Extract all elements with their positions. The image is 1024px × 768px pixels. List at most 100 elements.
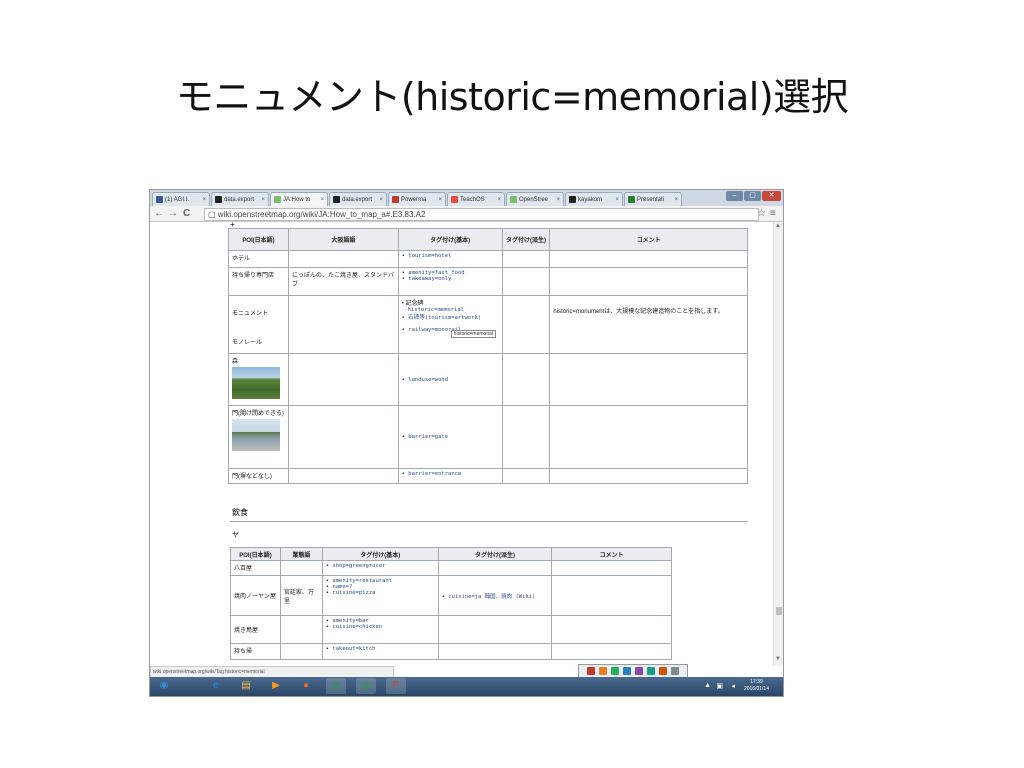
tray-app-icon[interactable] (635, 667, 643, 675)
maximize-button[interactable]: ▢ (744, 191, 761, 201)
network-icon[interactable]: ▣ (716, 682, 723, 690)
poi-cell: 門(塀などなし) (228, 468, 289, 484)
taskbar-firefox-icon[interactable]: ● (296, 678, 316, 694)
address-bar[interactable]: ▢ wiki.openstreetmap.org/wiki/JA:How_to_… (204, 208, 759, 221)
tray-app-icon[interactable] (671, 667, 679, 675)
tag-link[interactable]: takeaway=only (402, 276, 499, 282)
taskbar-start-orb-icon[interactable]: ◉ (154, 678, 174, 694)
volume-icon[interactable]: ◂ (731, 682, 735, 690)
tab-label: (1) AGI.I. (165, 197, 190, 203)
comment-cell (551, 615, 672, 644)
tray-app-icon[interactable] (623, 667, 631, 675)
browser-tab[interactable]: Powerma × (388, 192, 446, 207)
taskbar-media-icon[interactable]: ▶ (266, 678, 286, 694)
comment-cell (549, 267, 748, 296)
tags-cell: amenity=restaurant name=? cuisine=pizza (321, 575, 439, 616)
tab-close-icon[interactable]: × (615, 193, 619, 207)
bookmark-star-icon[interactable]: ☆ (757, 207, 766, 220)
local-term-cell (287, 405, 399, 469)
browser-tab[interactable]: JA:How to × (270, 192, 328, 207)
tab-close-icon[interactable]: × (202, 193, 206, 207)
comment-cell (549, 468, 748, 484)
poi-table-2: POI(日本語) 業態語 タグ付け(基本) タグ付け(派生) コメント 八百屋 … (230, 547, 672, 660)
tags-cell: amenity=bar cuisine=chicken (321, 615, 439, 644)
scroll-thumb[interactable] (776, 607, 782, 615)
table-row: 持ち帰 takeout=kitch (230, 643, 672, 660)
browser-tab[interactable]: OpenStree × (506, 192, 564, 207)
browser-tab[interactable]: kayakom × (565, 192, 623, 207)
tag-link[interactable]: landuse=wood (402, 377, 499, 383)
poi-cell: 焼肉ノーヤン屋 (230, 575, 281, 616)
poi-cell: 門(開け閉めできる) (228, 405, 289, 469)
subsection-heading: ヤ (232, 532, 239, 539)
tab-favicon-icon (451, 195, 458, 203)
table1-header: 大阪語語 (287, 228, 399, 251)
taskbar-chrome2-icon[interactable]: ◍ (356, 678, 376, 694)
tag-link[interactable]: cuisine=ja 韓国、焼肉 (Wiki) (442, 592, 549, 600)
browser-tab[interactable]: TeachOS × (447, 192, 505, 207)
derived-tag-cell (501, 267, 551, 296)
tray-app-icon[interactable] (587, 667, 595, 675)
menu-icon[interactable]: ≡ (770, 207, 776, 220)
tag-link[interactable]: 石碑等(tourism=artwork) (402, 313, 499, 321)
scroll-down-icon[interactable]: ▼ (775, 656, 781, 662)
browser-tab[interactable]: data.export × (329, 192, 387, 207)
section-divider (230, 521, 748, 522)
tab-close-icon[interactable]: × (379, 193, 383, 207)
browser-tab[interactable]: (1) AGI.I. × (152, 192, 210, 207)
taskbar-powerpoint-icon[interactable]: P (386, 678, 406, 694)
tag-link[interactable]: takeout=kitch (326, 646, 435, 652)
tab-close-icon[interactable]: × (438, 193, 442, 207)
system-clock[interactable]: 17:39 2016/01/14 (744, 679, 769, 693)
tray-app-icon[interactable] (611, 667, 619, 675)
forward-button[interactable]: → (168, 207, 178, 220)
browser-tab[interactable]: data.export × (211, 192, 269, 207)
tag-link[interactable]: tourism=hotel (402, 253, 499, 259)
mountain-photo[interactable] (232, 367, 280, 399)
tab-close-icon[interactable]: × (261, 193, 265, 207)
taskbar-chrome1-icon[interactable]: ◍ (326, 678, 346, 694)
poi-cell: 焼き鳥屋 (230, 615, 281, 644)
scroll-up-icon[interactable]: ▲ (775, 223, 781, 229)
poi-name: モニュメント (232, 311, 269, 317)
tag-link[interactable]: cuisine=pizza (326, 590, 435, 596)
slide-title: モニュメント(historic=memorial)選択 (175, 75, 849, 119)
table-row: 焼肉ノーヤン屋 宮廷家、万里 amenity=restaurant name=?… (230, 575, 672, 616)
clock-time: 17:39 (750, 679, 763, 685)
tab-favicon-icon (392, 195, 399, 203)
tray-app-icon[interactable] (647, 667, 655, 675)
tags-cell: landuse=wood (397, 353, 503, 406)
table-row: モニュメント モノレール 記念碑 historic=memorial 石碑等(t… (228, 295, 748, 354)
poi-table-1: POI(日本語) 大阪語語 タグ付け(基本) タグ付け(派生) コメント ホテル… (228, 228, 748, 484)
tray-app-icon[interactable] (599, 667, 607, 675)
tag-link[interactable]: shop=greengrocer (326, 563, 435, 569)
tab-label: TeachOS (460, 197, 485, 203)
page-icon: ▢ (208, 210, 216, 219)
tab-close-icon[interactable]: × (556, 193, 560, 207)
tag-link[interactable]: barrier=entrance (402, 471, 499, 477)
close-window-button[interactable]: ✕ (762, 191, 781, 201)
tab-favicon-icon (628, 195, 635, 203)
tag-link[interactable]: barrier=gate (402, 434, 499, 440)
windows-taskbar: ▲ ▣ ◂ 17:39 2016/01/14 ◉ e ▤ ▶ ● ◍ ◍ P (150, 677, 783, 696)
gate-photo[interactable] (232, 419, 280, 451)
tab-label: OpenStree (519, 197, 549, 203)
local-term-cell (279, 560, 323, 576)
tag-link[interactable]: cuisine=chicken (326, 624, 435, 630)
tab-close-icon[interactable]: × (320, 193, 324, 207)
tray-arrow-icon[interactable]: ▲ (704, 682, 711, 689)
taskbar-explorer-icon[interactable]: ▤ (236, 678, 256, 694)
vertical-scrollbar[interactable]: ▲ ▼ (773, 222, 783, 666)
tab-close-icon[interactable]: × (497, 193, 501, 207)
back-button[interactable]: ← (154, 207, 164, 220)
tab-close-icon[interactable]: × (674, 193, 678, 207)
poi-name: モノレール (232, 340, 263, 346)
browser-tab[interactable]: Presentati × (624, 192, 682, 207)
minimize-button[interactable]: – (726, 191, 743, 201)
taskbar-ie-icon[interactable]: e (206, 678, 226, 694)
tray-app-icon[interactable] (659, 667, 667, 675)
tab-favicon-icon (569, 195, 576, 203)
poi-cell: 持ち帰り専門店 (228, 267, 289, 296)
comment-cell: historic=monumentは、大規模な記念建造物のことを指します。 (549, 295, 748, 354)
reload-button[interactable]: C (183, 207, 190, 220)
